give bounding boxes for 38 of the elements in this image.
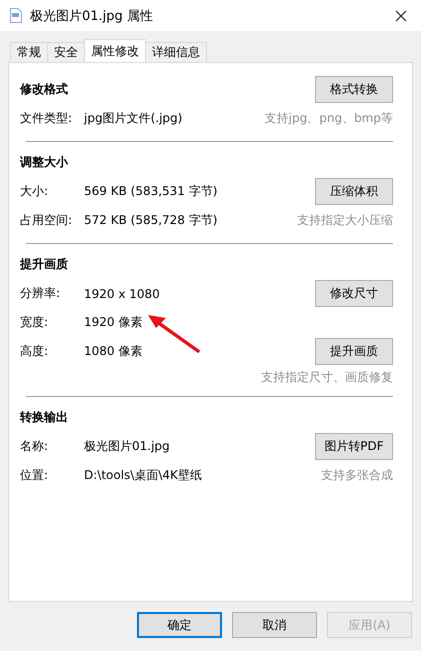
field-value: 极光图片01.jpg <box>84 438 171 455</box>
action-button[interactable]: 图片转PDF <box>315 433 393 460</box>
hint-text: 支持jpg、png、bmp等 <box>264 110 393 127</box>
hint-text: 支持指定尺寸、画质修复 <box>261 368 393 386</box>
action-button[interactable]: 提升画质 <box>315 338 393 365</box>
section-heading: 调整大小 <box>20 154 70 171</box>
field-label: 分辨率: <box>20 285 62 302</box>
section-heading: 转换输出 <box>20 409 69 426</box>
action-button[interactable]: 压缩体积 <box>315 178 393 205</box>
hint-text: 支持多张合成 <box>321 467 393 484</box>
field-value: 569 KB (583,531 字节) <box>84 183 218 200</box>
tab[interactable]: 属性修改 <box>84 39 146 62</box>
dialog-button[interactable]: 取消 <box>232 612 317 638</box>
field-label: 占用空间: <box>20 212 74 229</box>
field-label: 位置: <box>20 467 50 484</box>
field-value: 1080 像素 <box>84 343 144 360</box>
field-label: 宽度: <box>20 314 50 331</box>
section-heading: 修改格式 <box>20 81 69 98</box>
action-button[interactable]: 修改尺寸 <box>315 280 393 307</box>
tab[interactable]: 详细信息 <box>145 42 207 62</box>
window-title: 极光图片01.jpg 属性 <box>30 8 154 24</box>
hint-text: 支持指定大小压缩 <box>297 212 393 229</box>
field-label: 名称: <box>20 438 50 455</box>
field-value: D:\tools\桌面\4K壁纸 <box>84 467 203 484</box>
field-value: 572 KB (585,728 字节) <box>84 212 218 229</box>
tab[interactable]: 常规 <box>10 42 48 62</box>
close-icon[interactable] <box>395 10 407 22</box>
field-value: jpg图片文件(.jpg) <box>84 110 184 127</box>
image-file-icon <box>10 8 22 23</box>
field-value: 1920 x 1080 <box>84 286 161 300</box>
section-heading: 提升画质 <box>20 256 69 273</box>
field-value: 1920 像素 <box>84 314 144 331</box>
field-label: 高度: <box>20 343 50 360</box>
annotation-arrow <box>146 313 202 355</box>
field-label: 大小: <box>20 183 50 200</box>
action-button[interactable]: 格式转换 <box>315 76 393 103</box>
dialog-button[interactable]: 确定 <box>137 612 222 638</box>
field-label: 文件类型: <box>20 110 74 127</box>
